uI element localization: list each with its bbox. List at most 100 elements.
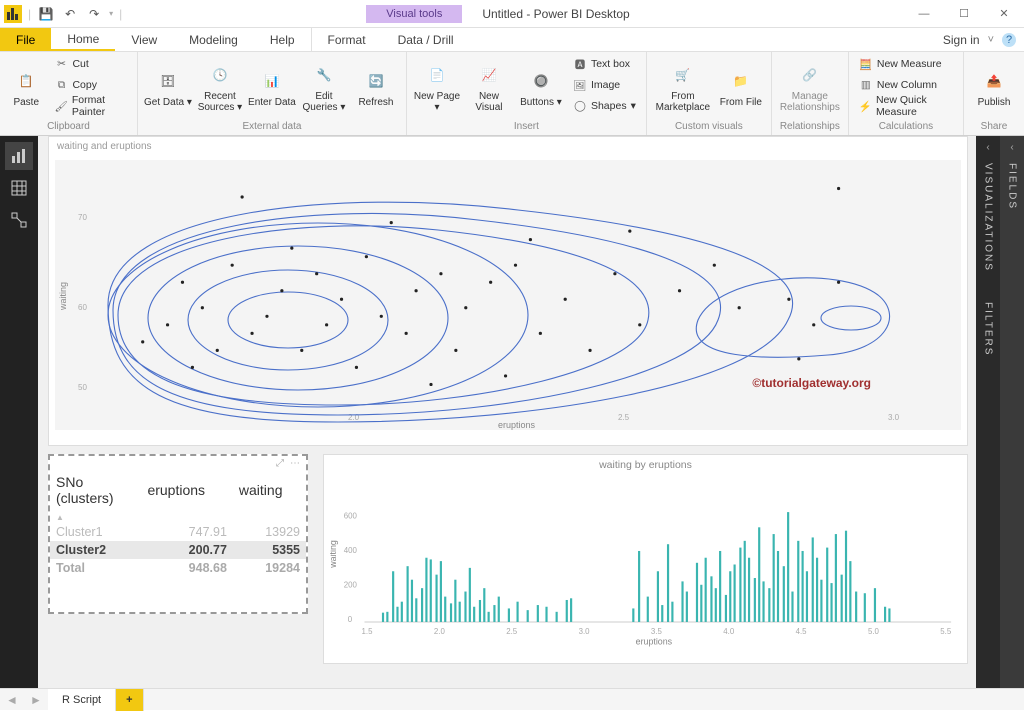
svg-text:waiting: waiting <box>330 540 338 569</box>
enter-data-button[interactable]: 📊Enter Data <box>248 54 296 120</box>
sort-indicator-icon: ▲ <box>56 513 64 522</box>
visual-title: waiting by eruptions <box>324 455 967 475</box>
group-label: Calculations <box>855 121 957 133</box>
measure-icon: 🧮 <box>859 57 873 71</box>
pane-label: FIELDS <box>1007 163 1018 210</box>
redo-icon[interactable]: ↷ <box>85 5 103 23</box>
shapes-button[interactable]: ◯Shapes ▾ <box>569 96 640 116</box>
from-file-button[interactable]: 📁From File <box>717 54 765 120</box>
new-page-button[interactable]: 📄New Page ▾ <box>413 54 461 120</box>
visual-density-plot[interactable]: waiting and eruptions 50 60 70 waiting 2… <box>48 136 968 446</box>
tab-help[interactable]: Help <box>254 28 311 51</box>
focus-mode-icon[interactable]: ⤢ <box>276 458 284 469</box>
expand-icon[interactable]: ‹ <box>1010 142 1013 153</box>
cut-icon: ✂ <box>54 57 68 71</box>
ribbon-group-calculations: 🧮New Measure ▥New Column ⚡New Quick Meas… <box>849 52 964 135</box>
signin-area: Sign in ˅ ? <box>935 28 1024 51</box>
format-painter-button[interactable]: 🖌Format Painter <box>50 96 130 116</box>
data-view-icon[interactable] <box>5 174 33 202</box>
tab-modeling[interactable]: Modeling <box>173 28 254 51</box>
buttons-button[interactable]: 🔘Buttons ▾ <box>517 54 565 120</box>
refresh-button[interactable]: 🔄Refresh <box>352 54 400 120</box>
pane-label-filters: FILTERS <box>983 302 994 356</box>
shapes-icon: ◯ <box>573 99 587 113</box>
svg-text:2.0: 2.0 <box>434 627 446 636</box>
group-label: Clipboard <box>6 121 131 133</box>
scatter-points <box>141 187 840 386</box>
pane-fields[interactable]: ‹ FIELDS <box>1000 136 1024 688</box>
group-label: Share <box>970 121 1018 133</box>
report-view-icon[interactable] <box>5 142 33 170</box>
signin-link[interactable]: Sign in <box>943 33 980 47</box>
bar-chart-area: waiting 0 200 400 600 1.52.02.53.03.54.0… <box>330 479 961 649</box>
svg-text:2.5: 2.5 <box>618 413 630 422</box>
page-tabs-footer: ◄ ► R Script + <box>0 688 1024 710</box>
svg-text:3.0: 3.0 <box>888 413 900 422</box>
table-row[interactable]: Cluster1747.9113929 <box>50 523 306 541</box>
tab-data-drill[interactable]: Data / Drill <box>382 28 470 51</box>
new-quick-measure-button[interactable]: ⚡New Quick Measure <box>855 96 957 116</box>
ribbon: 📋Paste ✂Cut ⧉Copy 🖌Format Painter Clipbo… <box>0 52 1024 136</box>
paste-button[interactable]: 📋Paste <box>6 54 46 120</box>
signin-caret-icon[interactable]: ˅ <box>988 34 994 46</box>
help-icon[interactable]: ? <box>1002 33 1016 47</box>
get-data-button[interactable]: 🗄Get Data ▾ <box>144 54 192 120</box>
text-box-button[interactable]: 🅰Text box <box>569 54 640 74</box>
table-row-total: Total948.6819284 <box>50 559 306 577</box>
publish-button[interactable]: 📤Publish <box>970 54 1018 120</box>
window-title: Untitled - Power BI Desktop <box>482 7 629 21</box>
ribbon-group-insert: 📄New Page ▾ 📈New Visual 🔘Buttons ▾ 🅰Text… <box>407 52 647 135</box>
new-measure-button[interactable]: 🧮New Measure <box>855 54 957 74</box>
svg-text:600: 600 <box>344 511 358 520</box>
svg-text:50: 50 <box>78 383 87 392</box>
minimize-button[interactable]: — <box>904 0 944 28</box>
recent-sources-button[interactable]: 🕓Recent Sources ▾ <box>196 54 244 120</box>
svg-text:1.5: 1.5 <box>362 627 374 636</box>
tab-view[interactable]: View <box>115 28 173 51</box>
copy-button[interactable]: ⧉Copy <box>50 75 130 95</box>
visual-bar-chart[interactable]: waiting by eruptions waiting 0 200 400 6… <box>323 454 968 664</box>
page-tab-rscript[interactable]: R Script <box>48 689 116 711</box>
group-label: Insert <box>413 121 640 133</box>
report-canvas[interactable]: waiting and eruptions 50 60 70 waiting 2… <box>38 136 976 688</box>
cluster-table: SNo (clusters) eruptions waiting ▲ Clust… <box>50 471 306 577</box>
tab-format[interactable]: Format <box>311 28 382 51</box>
image-button[interactable]: 🖼Image <box>569 75 640 95</box>
add-page-button[interactable]: + <box>116 689 143 711</box>
more-options-icon[interactable]: ⋯ <box>290 458 300 469</box>
visual-header-icons: ⤢ ⋯ <box>50 456 306 471</box>
undo-icon[interactable]: ↶ <box>61 5 79 23</box>
manage-relationships-button[interactable]: 🔗Manage Relationships <box>778 54 842 120</box>
close-button[interactable]: ✕ <box>984 0 1024 28</box>
page-prev-button[interactable]: ◄ <box>0 693 24 707</box>
new-visual-button[interactable]: 📈New Visual <box>465 54 513 120</box>
col-sno[interactable]: SNo (clusters) <box>50 471 141 509</box>
model-view-icon[interactable] <box>5 206 33 234</box>
from-marketplace-button[interactable]: 🛒From Marketplace <box>653 54 713 120</box>
divider: | <box>28 7 31 21</box>
svg-text:5.5: 5.5 <box>940 627 952 636</box>
density-chart-area: 50 60 70 waiting 2.0 2.5 3.0 eruptions <box>55 160 961 430</box>
tab-file[interactable]: File <box>0 28 51 51</box>
ribbon-group-external-data: 🗄Get Data ▾ 🕓Recent Sources ▾ 📊Enter Dat… <box>138 52 407 135</box>
watermark-text: ©tutorialgateway.org <box>752 376 871 390</box>
maximize-button[interactable]: ☐ <box>944 0 984 28</box>
bar-svg: waiting 0 200 400 600 1.52.02.53.03.54.0… <box>330 479 961 647</box>
new-column-button[interactable]: ▥New Column <box>855 75 957 95</box>
edit-queries-button[interactable]: 🔧Edit Queries ▾ <box>300 54 348 120</box>
page-next-button[interactable]: ► <box>24 693 48 707</box>
svg-text:3.0: 3.0 <box>579 627 591 636</box>
svg-text:200: 200 <box>344 580 358 589</box>
contextual-tab-label: Visual tools <box>366 5 462 23</box>
col-waiting[interactable]: waiting <box>233 471 306 509</box>
expand-icon[interactable]: ‹ <box>986 142 989 153</box>
col-eruptions[interactable]: eruptions <box>141 471 232 509</box>
table-row[interactable]: Cluster2200.775355 <box>50 541 306 559</box>
qat-caret-icon[interactable]: ▾ <box>109 9 113 18</box>
tab-home[interactable]: Home <box>51 28 115 51</box>
svg-text:0: 0 <box>348 615 353 624</box>
cut-button[interactable]: ✂Cut <box>50 54 130 74</box>
save-icon[interactable]: 💾 <box>37 5 55 23</box>
visual-table-clusters[interactable]: ⤢ ⋯ SNo (clusters) eruptions waiting ▲ C… <box>48 454 308 614</box>
pane-visualizations[interactable]: ‹ VISUALIZATIONS FILTERS <box>976 136 1000 688</box>
